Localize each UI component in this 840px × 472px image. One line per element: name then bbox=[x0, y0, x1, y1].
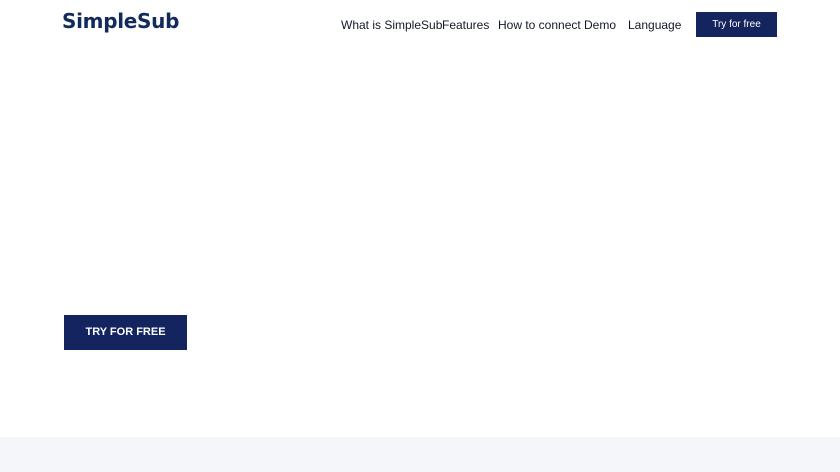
header-try-for-free-button[interactable]: Try for free bbox=[696, 12, 777, 37]
nav-link-demo[interactable]: Demo bbox=[584, 17, 616, 33]
nav-link-what-is[interactable]: What is SimpleSub bbox=[341, 17, 442, 33]
nav-link-features[interactable]: Features bbox=[442, 17, 489, 33]
nav-link-language[interactable]: Language bbox=[628, 17, 681, 33]
next-section-band bbox=[0, 437, 840, 472]
landing-page: SimpleSub What is SimpleSub Features How… bbox=[0, 0, 840, 472]
site-header: SimpleSub What is SimpleSub Features How… bbox=[0, 0, 840, 50]
nav-link-how-to-connect[interactable]: How to connect bbox=[498, 17, 581, 33]
brand-logo[interactable]: SimpleSub bbox=[62, 9, 179, 33]
hero-try-for-free-button[interactable]: TRY FOR FREE bbox=[64, 315, 187, 350]
